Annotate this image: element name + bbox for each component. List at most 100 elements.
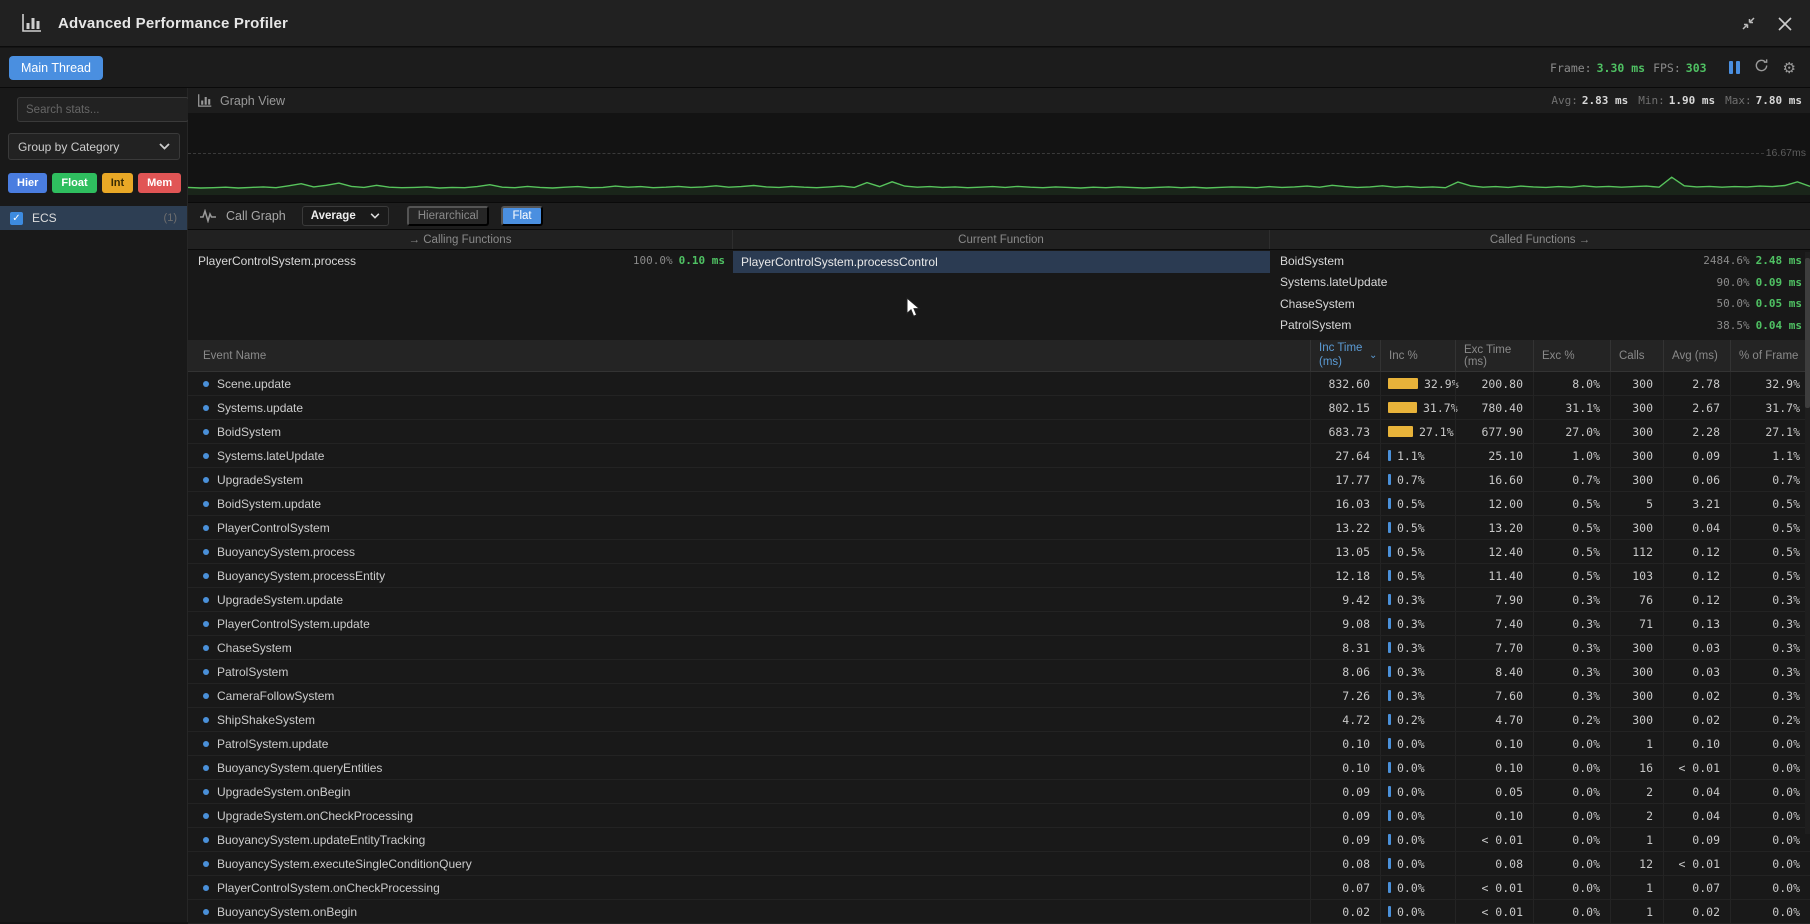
- event-name-cell: ShipShakeSystem: [188, 708, 1310, 731]
- event-dot-icon: [203, 429, 209, 435]
- hierarchical-button[interactable]: Hierarchical: [407, 206, 490, 226]
- avg-cell: 2.67: [1663, 396, 1730, 419]
- avg-cell: 0.02: [1663, 708, 1730, 731]
- table-row[interactable]: BuoyancySystem.processEntity12.180.5%11.…: [188, 564, 1810, 588]
- inc-time-cell: 27.64: [1310, 444, 1380, 467]
- function-name: ChaseSystem: [1280, 297, 1717, 311]
- settings-gear-icon[interactable]: ⚙: [1783, 59, 1796, 77]
- table-row[interactable]: BuoyancySystem.updateEntityTracking0.090…: [188, 828, 1810, 852]
- stats-table-header: Event Name Inc Time (ms) ⌄ Inc % Exc Tim…: [188, 340, 1810, 372]
- event-name-cell: BuoyancySystem.updateEntityTracking: [188, 828, 1310, 851]
- col-exc-time[interactable]: Exc Time (ms): [1455, 340, 1533, 371]
- exc-pct-cell: 0.0%: [1533, 732, 1610, 755]
- pause-icon[interactable]: [1729, 61, 1740, 74]
- called-function-row[interactable]: ChaseSystem50.0%0.05 ms: [1270, 293, 1810, 315]
- calls-cell: 2: [1610, 780, 1663, 803]
- table-row[interactable]: BuoyancySystem.onBegin0.020.0%< 0.010.0%…: [188, 900, 1810, 924]
- exc-time-cell: < 0.01: [1455, 828, 1533, 851]
- calls-cell: 300: [1610, 468, 1663, 491]
- table-row[interactable]: BuoyancySystem.process13.050.5%12.400.5%…: [188, 540, 1810, 564]
- function-time: 0.05 ms: [1756, 297, 1802, 310]
- inc-pct-bar: [1388, 858, 1391, 869]
- inc-time-cell: 9.08: [1310, 612, 1380, 635]
- col-inc-pct[interactable]: Inc %: [1380, 340, 1455, 371]
- exc-pct-cell: 0.0%: [1533, 804, 1610, 827]
- graph-view-header: Graph View Avg: 2.83 ms Min: 1.90 ms Max…: [188, 88, 1810, 113]
- exc-time-cell: 4.70: [1455, 708, 1533, 731]
- table-row[interactable]: ChaseSystem8.310.3%7.700.3%3000.030.3%: [188, 636, 1810, 660]
- main-thread-tab[interactable]: Main Thread: [9, 56, 103, 80]
- scrollbar-thumb[interactable]: [1805, 258, 1810, 408]
- sidebar-item-ecs[interactable]: ✓ ECS (1): [0, 206, 187, 230]
- filter-chip-hier[interactable]: Hier: [8, 173, 47, 193]
- exc-time-cell: 25.10: [1455, 444, 1533, 467]
- inc-pct-bar: [1388, 906, 1391, 917]
- function-name: PatrolSystem: [1280, 318, 1717, 332]
- avg-cell: 0.12: [1663, 564, 1730, 587]
- inc-time-cell: 8.06: [1310, 660, 1380, 683]
- col-calls[interactable]: Calls: [1610, 340, 1663, 371]
- table-row[interactable]: ShipShakeSystem4.720.2%4.700.2%3000.020.…: [188, 708, 1810, 732]
- graph-view-icon: [198, 94, 212, 107]
- avg-label: Avg:: [1551, 94, 1578, 107]
- table-row[interactable]: PlayerControlSystem13.220.5%13.200.5%300…: [188, 516, 1810, 540]
- collapse-window-icon[interactable]: [1741, 16, 1756, 31]
- table-row[interactable]: BoidSystem.update16.030.5%12.000.5%53.21…: [188, 492, 1810, 516]
- checkbox-checked-icon[interactable]: ✓: [10, 212, 23, 225]
- inc-pct-cell: 0.3%: [1380, 684, 1455, 707]
- event-dot-icon: [203, 477, 209, 483]
- aggregation-select[interactable]: Average: [302, 206, 389, 226]
- col-frame-pct[interactable]: % of Frame: [1730, 340, 1810, 371]
- exc-time-cell: 0.10: [1455, 804, 1533, 827]
- fps-value: 303: [1686, 61, 1707, 75]
- table-scrollbar[interactable]: [1805, 252, 1810, 834]
- table-row[interactable]: BoidSystem683.7327.1%677.9027.0%3002.282…: [188, 420, 1810, 444]
- current-function-cell[interactable]: PlayerControlSystem.processControl: [733, 251, 1270, 273]
- event-name-cell: UpgradeSystem.update: [188, 588, 1310, 611]
- page-title: Advanced Performance Profiler: [58, 15, 288, 32]
- col-avg[interactable]: Avg (ms): [1663, 340, 1730, 371]
- table-row[interactable]: Systems.update802.1531.7%780.4031.1%3002…: [188, 396, 1810, 420]
- table-row[interactable]: UpgradeSystem.onBegin0.090.0%0.050.0%20.…: [188, 780, 1810, 804]
- refresh-icon[interactable]: [1754, 58, 1769, 78]
- exc-pct-cell: 0.0%: [1533, 828, 1610, 851]
- close-icon[interactable]: [1778, 17, 1792, 31]
- flat-button[interactable]: Flat: [501, 206, 542, 226]
- event-dot-icon: [203, 525, 209, 531]
- table-row[interactable]: BuoyancySystem.executeSingleConditionQue…: [188, 852, 1810, 876]
- inc-time-cell: 683.73: [1310, 420, 1380, 443]
- table-row[interactable]: UpgradeSystem.onCheckProcessing0.090.0%0…: [188, 804, 1810, 828]
- table-row[interactable]: Scene.update832.6032.9%200.808.0%3002.78…: [188, 372, 1810, 396]
- exc-time-cell: 12.40: [1455, 540, 1533, 563]
- table-row[interactable]: UpgradeSystem17.770.7%16.600.7%3000.060.…: [188, 468, 1810, 492]
- exc-time-cell: 8.40: [1455, 660, 1533, 683]
- table-row[interactable]: PatrolSystem8.060.3%8.400.3%3000.030.3%: [188, 660, 1810, 684]
- frame-pct-cell: 0.0%: [1730, 828, 1810, 851]
- exc-time-cell: 7.40: [1455, 612, 1533, 635]
- exc-pct-cell: 0.3%: [1533, 588, 1610, 611]
- table-row[interactable]: PatrolSystem.update0.100.0%0.100.0%10.10…: [188, 732, 1810, 756]
- table-row[interactable]: PlayerControlSystem.update9.080.3%7.400.…: [188, 612, 1810, 636]
- called-function-row[interactable]: BoidSystem2484.6%2.48 ms: [1270, 250, 1810, 272]
- col-inc-time[interactable]: Inc Time (ms) ⌄: [1310, 340, 1380, 371]
- group-by-select[interactable]: Group by Category: [8, 133, 180, 160]
- calls-cell: 300: [1610, 684, 1663, 707]
- avg-cell: 2.28: [1663, 420, 1730, 443]
- col-exc-pct[interactable]: Exc %: [1533, 340, 1610, 371]
- table-row[interactable]: BuoyancySystem.queryEntities0.100.0%0.10…: [188, 756, 1810, 780]
- filter-chip-mem[interactable]: Mem: [138, 173, 181, 193]
- filter-chip-float[interactable]: Float: [52, 173, 96, 193]
- table-row[interactable]: PlayerControlSystem.onCheckProcessing0.0…: [188, 876, 1810, 900]
- frame-time-graph[interactable]: 16.67ms: [188, 113, 1810, 202]
- called-function-row[interactable]: PatrolSystem38.5%0.04 ms: [1270, 315, 1810, 337]
- calling-function-row[interactable]: PlayerControlSystem.process100.0%0.10 ms: [188, 250, 733, 272]
- table-row[interactable]: CameraFollowSystem7.260.3%7.600.3%3000.0…: [188, 684, 1810, 708]
- called-function-row[interactable]: Systems.lateUpdate90.0%0.09 ms: [1270, 272, 1810, 294]
- event-dot-icon: [203, 909, 209, 915]
- col-event-name[interactable]: Event Name: [188, 340, 1310, 371]
- search-input[interactable]: [17, 97, 189, 122]
- table-row[interactable]: UpgradeSystem.update9.420.3%7.900.3%760.…: [188, 588, 1810, 612]
- filter-chip-int[interactable]: Int: [102, 173, 133, 193]
- fps-label: FPS:: [1653, 61, 1681, 75]
- table-row[interactable]: Systems.lateUpdate27.641.1%25.101.0%3000…: [188, 444, 1810, 468]
